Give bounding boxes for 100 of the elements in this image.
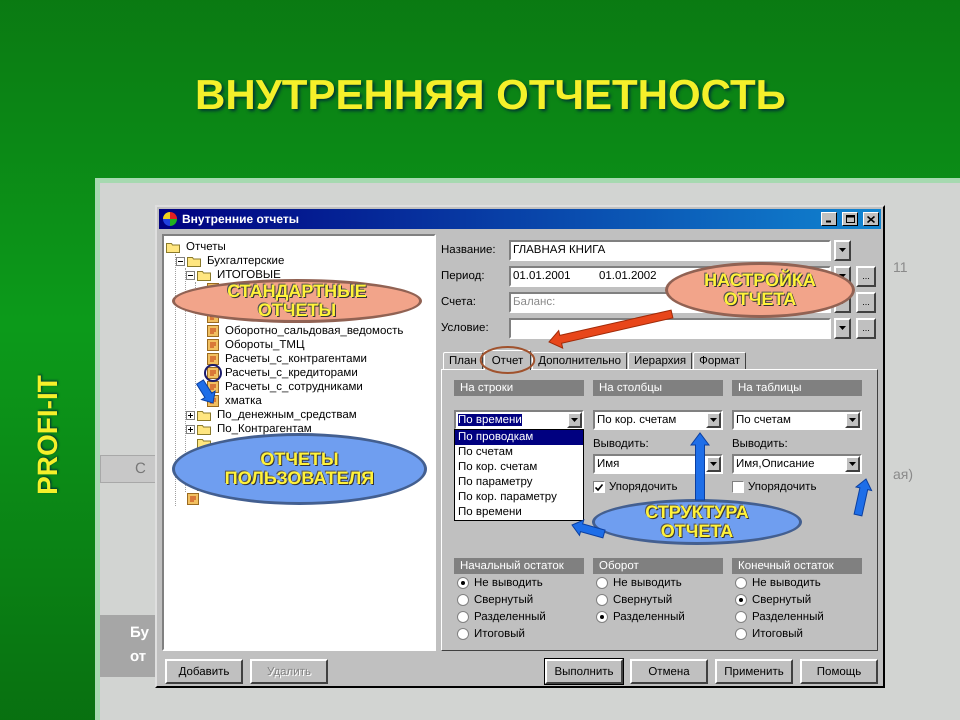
- radio-label[interactable]: Итоговый: [752, 628, 803, 640]
- radio-button[interactable]: [596, 576, 608, 588]
- callout-text: СТРУКТУРА ОТЧЕТА: [645, 503, 749, 541]
- dropdown-button[interactable]: [567, 412, 582, 428]
- radio-button[interactable]: [596, 594, 608, 606]
- callout-text: СТАНДАРТНЫЕ ОТЧЕТЫ: [227, 282, 367, 320]
- radio-button[interactable]: [457, 628, 469, 640]
- radio-button[interactable]: [735, 594, 747, 606]
- collapse-icon[interactable]: [186, 270, 195, 280]
- tree-item[interactable]: Расчеты_с_контрагентами: [225, 353, 367, 365]
- collapse-icon[interactable]: [176, 256, 185, 266]
- checkbox-label[interactable]: Упорядочить: [748, 481, 816, 493]
- tree-item[interactable]: Оборотно_сальдовая_ведомость: [225, 325, 404, 337]
- group-heading: Конечный остаток: [732, 558, 862, 574]
- dropdown-button[interactable]: [834, 240, 851, 260]
- caret-icon: [849, 418, 856, 422]
- arrow: [690, 432, 710, 500]
- browse-button[interactable]: ...: [856, 318, 876, 338]
- report-icon: [207, 367, 219, 379]
- radio-label[interactable]: Разделенный: [613, 610, 685, 622]
- tree-item[interactable]: По_денежным_средствам: [217, 409, 357, 421]
- text-field[interactable]: ГЛАВНАЯ КНИГА: [509, 240, 831, 260]
- tab[interactable]: План: [443, 352, 483, 369]
- tree-item[interactable]: хматка: [225, 395, 262, 407]
- folder-icon: [187, 256, 201, 266]
- close-button[interactable]: [863, 212, 879, 226]
- expand-icon[interactable]: [186, 424, 195, 434]
- radio-button[interactable]: [457, 594, 469, 606]
- select-field[interactable]: Имя,Описание: [732, 454, 862, 474]
- tab[interactable]: Формат: [693, 352, 746, 369]
- dropdown-option[interactable]: По кор. счетам: [455, 460, 583, 475]
- tree-item[interactable]: Расчеты_с_кредиторами: [225, 367, 358, 379]
- dropdown-option[interactable]: По параметру: [455, 475, 583, 490]
- background-text: 11: [893, 258, 909, 277]
- radio-label[interactable]: Не выводить: [752, 576, 821, 588]
- radio-button[interactable]: [735, 576, 747, 588]
- expand-icon[interactable]: [186, 410, 195, 420]
- radio-label[interactable]: Разделенный: [474, 610, 546, 622]
- minimize-button[interactable]: [821, 212, 837, 226]
- dropdown-button[interactable]: [845, 456, 860, 472]
- dialog-button[interactable]: Применить: [715, 659, 793, 684]
- tab[interactable]: Иерархия: [628, 352, 692, 369]
- tree-item[interactable]: Обороты_ТМЦ: [225, 339, 305, 351]
- dropdown-option[interactable]: По счетам: [455, 445, 583, 460]
- radio-label[interactable]: Свернутый: [474, 594, 534, 606]
- dialog-button[interactable]: Отмена: [630, 659, 708, 684]
- dropdown-button[interactable]: [706, 412, 721, 428]
- caret-icon: [839, 248, 846, 252]
- dropdown-button[interactable]: [834, 318, 851, 338]
- window-title: Внутренние отчеты: [182, 212, 300, 226]
- dialog-button[interactable]: Выполнить: [545, 659, 623, 684]
- callout-text: ОТЧЕТЫ ПОЛЬЗОВАТЕЛЯ: [224, 450, 374, 488]
- dialog-button[interactable]: Добавить: [165, 659, 243, 684]
- browse-button[interactable]: ...: [856, 292, 876, 312]
- dropdown-option[interactable]: По кор. параметру: [455, 490, 583, 505]
- radio-label[interactable]: Не выводить: [474, 576, 543, 588]
- highlight-ring: [204, 364, 222, 382]
- radio-button[interactable]: [596, 610, 608, 622]
- group-heading: Оборот: [593, 558, 723, 574]
- dropdown-button[interactable]: [845, 412, 860, 428]
- maximize-button[interactable]: [842, 212, 858, 226]
- report-icon: [207, 339, 219, 351]
- date-field[interactable]: 01.01.2001: [511, 268, 597, 284]
- radio-button[interactable]: [457, 610, 469, 622]
- radio-label[interactable]: Не выводить: [613, 576, 682, 588]
- checkbox[interactable]: [593, 481, 605, 493]
- dropdown-option[interactable]: По проводкам: [455, 430, 583, 445]
- tab[interactable]: Отчет: [484, 350, 532, 370]
- tab[interactable]: Дополнительно: [532, 352, 628, 369]
- radio-button[interactable]: [457, 576, 469, 588]
- folder-icon: [166, 242, 180, 252]
- caret-icon: [571, 418, 578, 422]
- background-text: от: [130, 647, 148, 667]
- radio-label[interactable]: Разделенный: [752, 610, 824, 622]
- dropdown-button[interactable]: [706, 456, 721, 472]
- report-icon: [187, 493, 199, 505]
- dialog-button[interactable]: Помощь: [800, 659, 878, 684]
- tree-item[interactable]: Бухгалтерские: [207, 255, 284, 267]
- radio-label[interactable]: Свернутый: [613, 594, 672, 606]
- tree-item[interactable]: ИТОГОВЫЕ: [217, 269, 281, 281]
- radio-label[interactable]: Свернутый: [752, 594, 812, 606]
- checkbox[interactable]: [732, 481, 744, 493]
- group-heading: На столбцы: [593, 380, 723, 396]
- dropdown-option[interactable]: По времени: [455, 505, 583, 520]
- browse-button[interactable]: ...: [856, 266, 876, 286]
- field-label: Выводить:: [593, 438, 650, 452]
- select-field[interactable]: Имя: [593, 454, 723, 474]
- checkbox-label[interactable]: Упорядочить: [609, 481, 678, 493]
- field-label: Период:: [441, 270, 486, 282]
- tree-item[interactable]: Расчеты_с_сотрудниками: [225, 381, 363, 393]
- select-field[interactable]: По кор. счетам: [593, 410, 723, 430]
- radio-label[interactable]: Итоговый: [474, 628, 525, 640]
- close-icon: [867, 216, 875, 222]
- tree-item[interactable]: По_Контрагентам: [217, 423, 312, 435]
- radio-button[interactable]: [735, 610, 747, 622]
- select-field[interactable]: По счетам: [732, 410, 862, 430]
- radio-button[interactable]: [735, 628, 747, 640]
- maximize-icon: [846, 215, 854, 223]
- field-label: Выводить:: [732, 438, 789, 452]
- tree-item[interactable]: Отчеты: [186, 241, 226, 253]
